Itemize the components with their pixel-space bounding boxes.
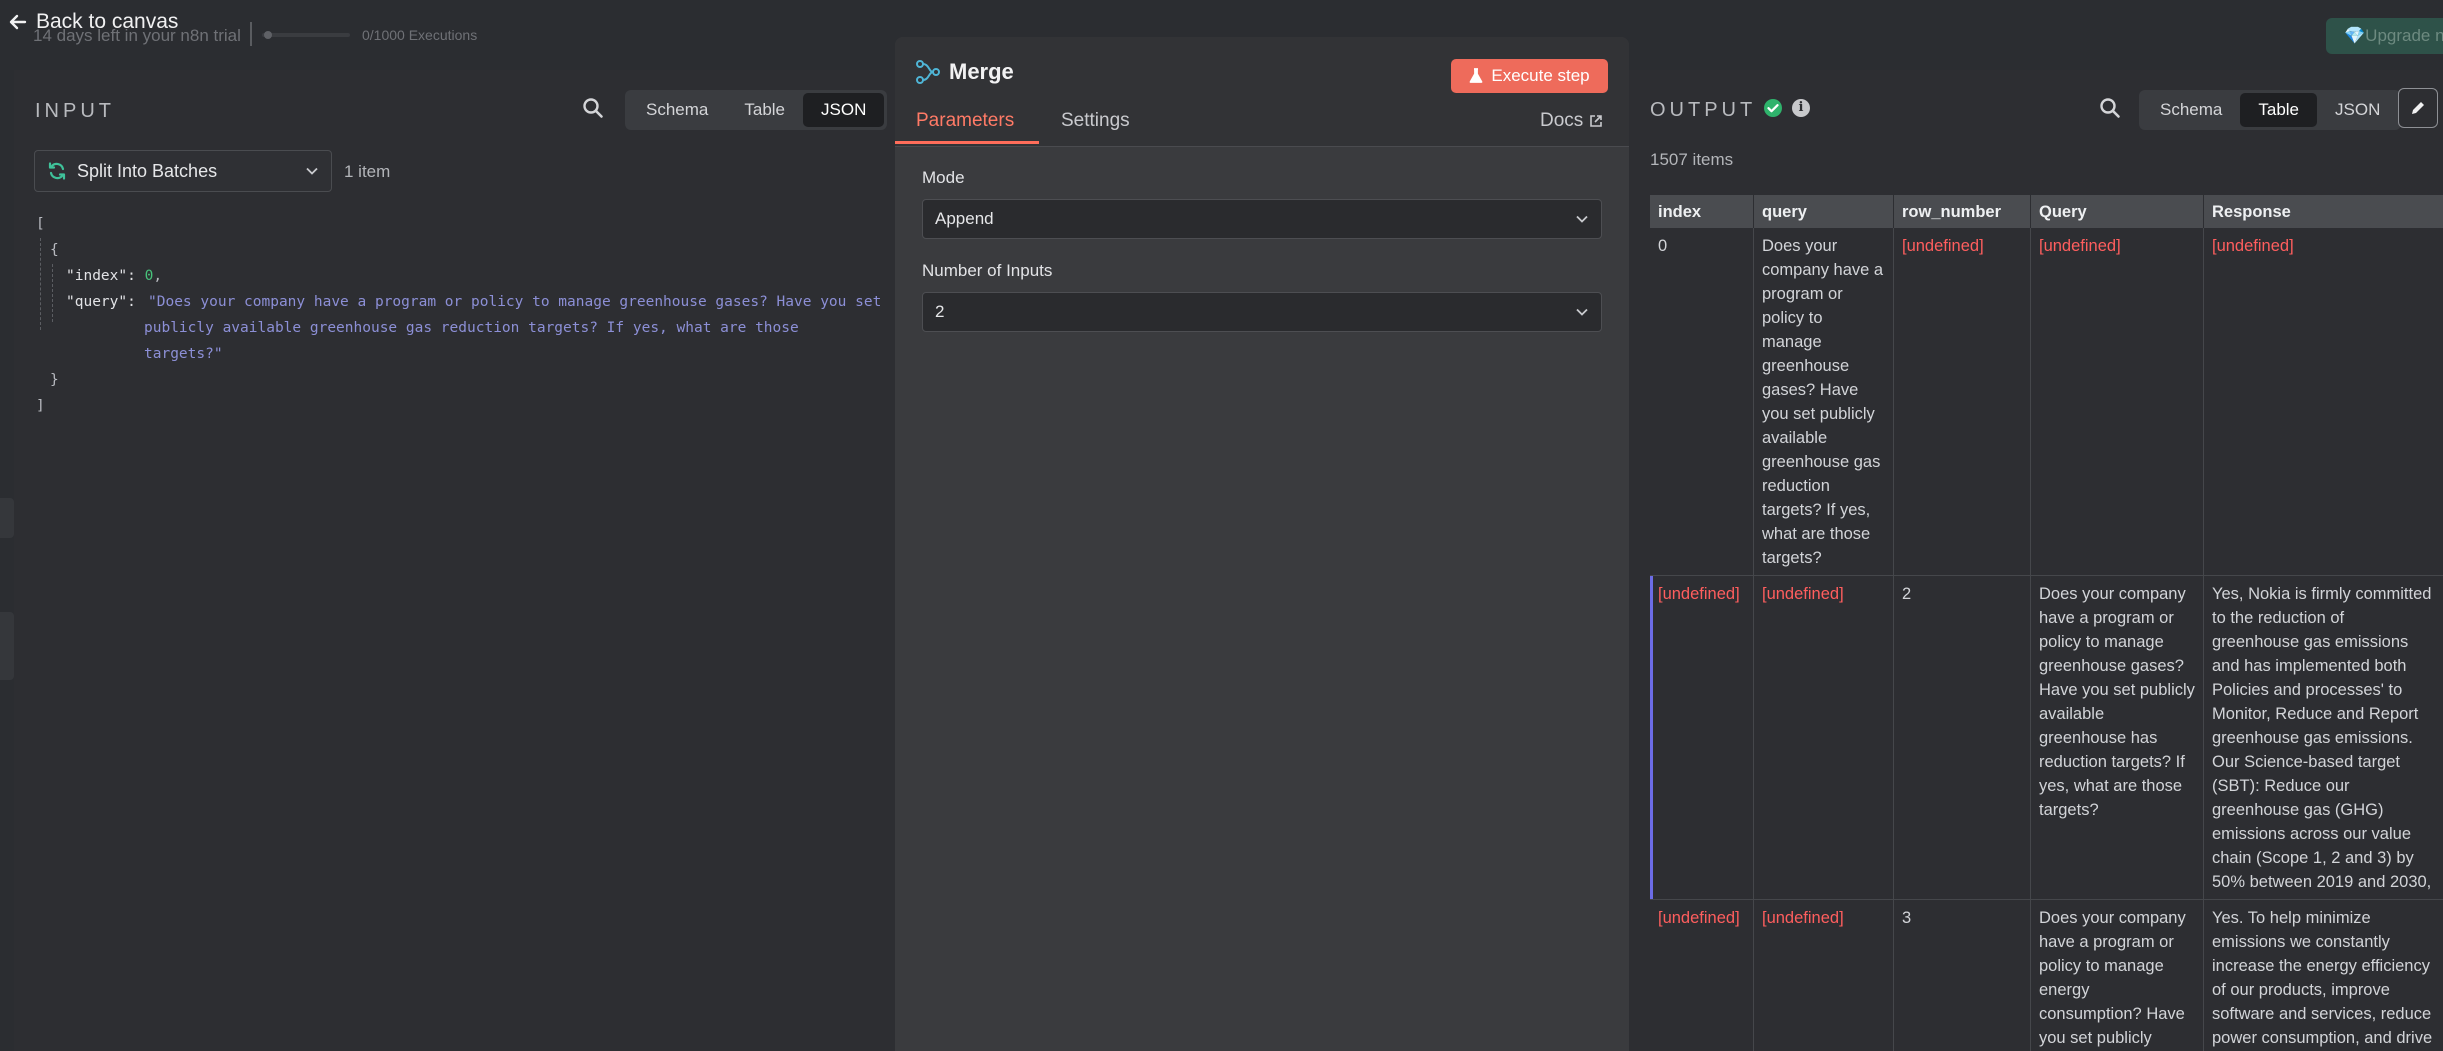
merge-header: Merge Execute step Parameters Settings D… [895,37,1629,147]
tab-settings[interactable]: Settings [1061,110,1130,132]
column-header-response: Response [2204,195,2443,228]
search-icon [2100,98,2120,118]
merge-title-label: Merge [949,59,1014,84]
output-panel: OUTPUT i Schema Table JSON 1507 items in… [1628,70,2443,1051]
json-close-array: ] [36,398,45,414]
canvas-sliver [0,70,14,1051]
table-cell: Yes. To help minimize emissions we const… [2204,900,2443,1051]
column-header-row-number: row_number [1894,195,2031,228]
json-index-row: "index": 0, [66,268,162,284]
input-view-table[interactable]: Table [726,93,803,127]
json-query-value-line-1: "Does your company have a program or pol… [148,294,882,310]
column-header-query: query [1754,195,1894,228]
mode-label: Mode [922,168,965,187]
inputs-count-label: Number of Inputs [922,261,1053,280]
output-view-table[interactable]: Table [2240,93,2318,127]
table-cell: 3 [1894,900,2031,1051]
json-guide-outer [40,238,41,330]
docs-link[interactable]: Docs [1540,110,1603,132]
table-cell: Does your company have a program or poli… [2031,576,2204,900]
executions-progress-dot [264,31,272,39]
table-cell: [undefined] [1650,900,1754,1051]
chevron-down-icon [306,167,318,175]
output-view-toggle: Schema Table JSON [2139,90,2402,130]
json-query-value-line-3: targets?" [144,346,223,362]
arrow-left-icon [9,14,27,30]
canvas-nub-1 [0,498,14,538]
merge-title: Merge [915,59,1014,85]
column-header-index: index [1650,195,1754,228]
input-node-select[interactable]: Split Into Batches [34,150,332,192]
back-to-canvas-label: Back to canvas [36,10,179,33]
table-cell: Yes, Nokia is firmly committed to the re… [2204,576,2443,900]
chevron-down-icon [1576,215,1588,223]
table-cell: 0 [1650,228,1754,576]
upgrade-button[interactable]: 💎Upgrade now [2326,18,2443,54]
input-view-toggle: Schema Table JSON [625,90,888,130]
input-title: INPUT [35,100,115,122]
mode-select[interactable]: Append [922,199,1602,239]
output-view-schema[interactable]: Schema [2142,93,2240,127]
search-icon [583,98,603,118]
edit-output-button[interactable] [2398,88,2438,128]
success-check-icon [1764,99,1782,117]
executions-progress-bar [262,33,350,37]
info-icon[interactable]: i [1792,99,1810,117]
table-cell: Does your company have a program or poli… [1754,228,1894,576]
json-index-key: "index": [66,268,136,284]
upgrade-label: Upgrade now [2365,26,2443,45]
json-comma: , [153,268,163,284]
input-node-select-label: Split Into Batches [77,160,218,181]
table-cell: [undefined] [1894,228,2031,576]
output-view-json[interactable]: JSON [2317,93,2398,127]
merge-icon [916,60,940,84]
json-guide-inner [52,264,53,322]
table-cell: Does your company have a program or poli… [2031,900,2204,1051]
output-title: OUTPUT [1650,99,1757,121]
chevron-down-icon [1576,308,1588,316]
external-link-icon [1590,115,1603,127]
input-search-button[interactable] [577,92,609,124]
output-search-button[interactable] [2094,92,2126,124]
canvas-nub-2 [0,612,14,680]
table-cell: [undefined] [2031,228,2204,576]
table-cell: [undefined] [1754,576,1894,900]
tab-parameters[interactable]: Parameters [916,110,1014,132]
mode-value: Append [935,209,994,228]
json-index-value: 0 [144,268,154,284]
json-close-object: } [50,372,59,388]
pencil-icon [2412,102,2424,114]
execute-step-label: Execute step [1491,66,1590,85]
merge-node-panel: Merge Execute step Parameters Settings D… [895,37,1629,1051]
input-view-json[interactable]: JSON [803,93,885,127]
table-cell: [undefined] [1754,900,1894,1051]
active-tab-indicator [895,141,1039,144]
output-items-count: 1507 items [1650,150,1734,169]
gem-icon: 💎 [2344,26,2366,45]
table-cell: [undefined] [1650,576,1754,900]
execute-step-button[interactable]: Execute step [1451,59,1608,93]
topbar-divider [250,22,252,46]
inputs-count-select[interactable]: 2 [922,292,1602,332]
input-view-schema[interactable]: Schema [628,93,726,127]
input-item-count: 1 item [344,162,391,181]
json-query-key: "query": [66,294,136,310]
table-cell: [undefined] [2204,228,2443,576]
back-to-canvas-button[interactable]: Back to canvas [8,10,178,34]
inputs-count-value: 2 [935,302,945,321]
flask-icon [1469,68,1483,83]
table-cell: 2 [1894,576,2031,900]
json-open-object: { [50,242,59,258]
executions-count: 0/1000 Executions [362,27,478,43]
column-header-query-2: Query [2031,195,2204,228]
json-open-array: [ [36,216,45,232]
refresh-icon [48,162,66,180]
input-panel: INPUT Schema Table JSON Split Into Batch… [14,70,896,1051]
docs-label: Docs [1540,110,1584,131]
json-query-value-line-2: publicly available greenhouse gas reduct… [144,320,799,336]
